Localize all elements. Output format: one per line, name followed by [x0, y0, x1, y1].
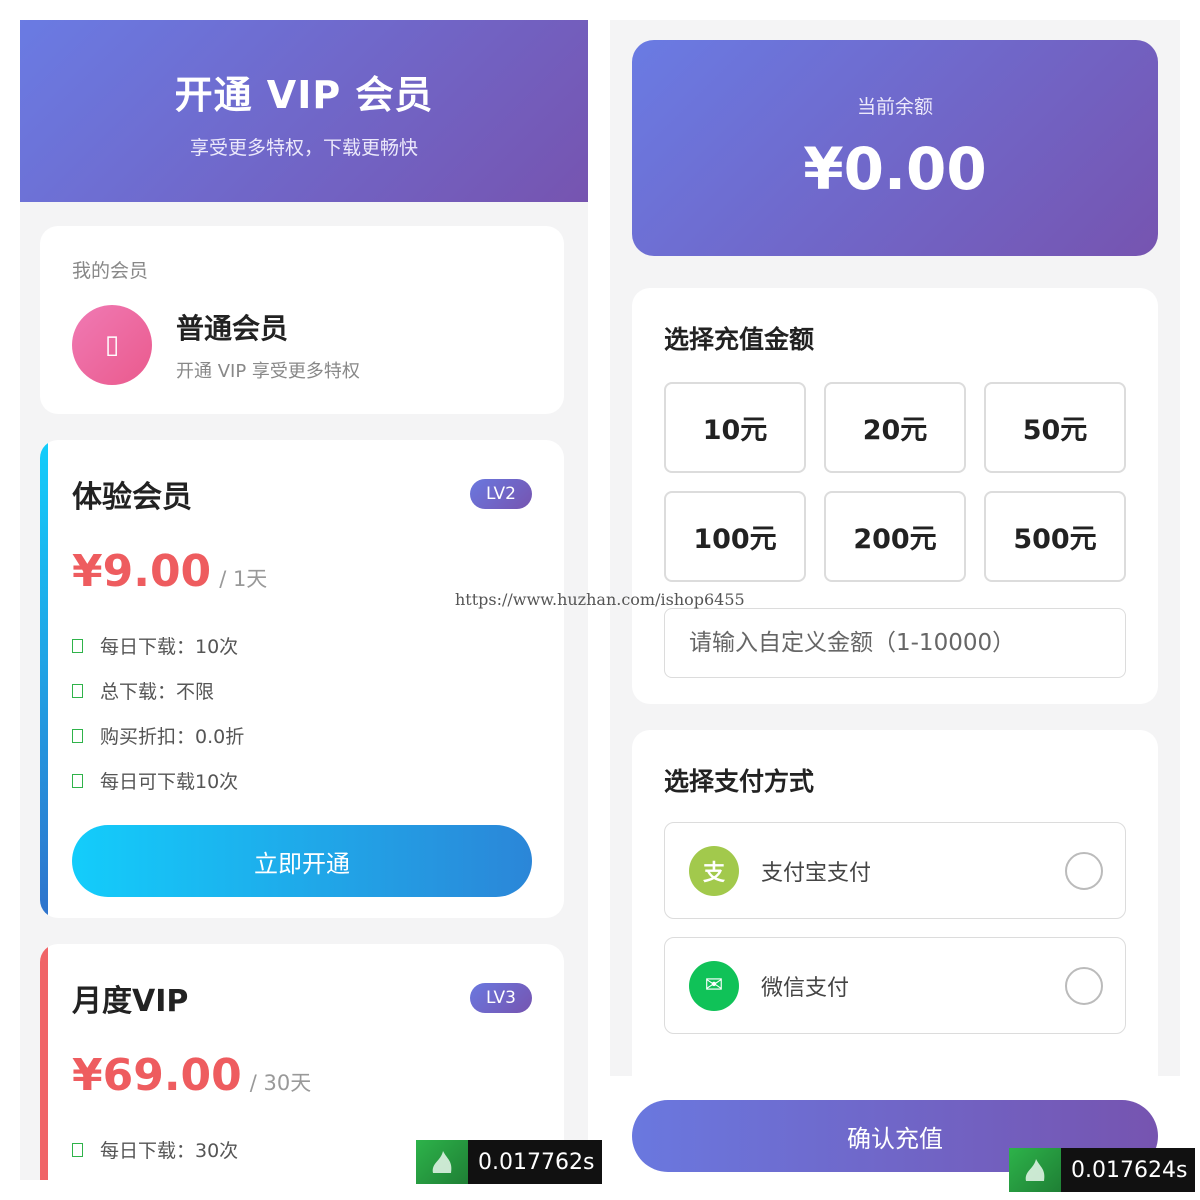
check-icon	[72, 683, 83, 698]
plan-name: 体验会员	[72, 480, 192, 515]
plan-card-trial: 体验会员 LV2 ¥9.00 / 1天 每日下载：10次 总下载：不限 购买折扣…	[40, 440, 564, 918]
amount-option-20[interactable]: 20元	[824, 382, 966, 473]
payment-section: 选择支付方式 支 支付宝支付 ✉ 微信支付	[632, 730, 1158, 1110]
avatar: ▯	[72, 305, 152, 385]
vip-hero-subtitle: 享受更多特权，下载更畅快	[189, 137, 418, 159]
amount-option-10[interactable]: 10元	[664, 382, 806, 473]
vip-hero-banner: 开通 VIP 会员 享受更多特权，下载更畅快	[20, 20, 588, 202]
balance-label: 当前余额	[856, 96, 933, 118]
alipay-icon: 支	[689, 845, 739, 896]
plan-price: ¥69.00	[72, 1050, 242, 1101]
flame-logo-icon	[416, 1140, 468, 1184]
vip-hero-title: 开通 VIP 会员	[174, 73, 434, 117]
plan-period: / 1天	[219, 567, 268, 591]
plan-feature-text: 购买折扣：0.0折	[100, 726, 245, 748]
payment-option-alipay[interactable]: 支 支付宝支付	[664, 822, 1126, 919]
plan-feature-text: 总下载：不限	[100, 681, 215, 703]
payment-section-title: 选择支付方式	[664, 767, 815, 796]
my-membership-card: 我的会员 ▯ 普通会员 开通 VIP 享受更多特权	[40, 226, 564, 414]
current-level-name: 普通会员	[176, 312, 289, 345]
plan-feature-text: 每日下载：30次	[100, 1140, 239, 1162]
current-level-description: 开通 VIP 享受更多特权	[176, 361, 360, 382]
plan-feature-list: 每日下载：10次 总下载：不限 购买折扣：0.0折 每日可下载10次	[72, 623, 532, 803]
alipay-icon-glyph: 支	[702, 860, 725, 886]
amount-option-500[interactable]: 500元	[984, 491, 1126, 582]
amount-option-100[interactable]: 100元	[664, 491, 806, 582]
plan-feature: 每日可下载10次	[72, 758, 532, 803]
payment-radio[interactable]	[1065, 966, 1103, 1005]
wechat-icon-glyph: ✉	[704, 973, 724, 998]
avatar-icon: ▯	[104, 330, 120, 360]
amount-options: 10元 20元 50元 100元 200元 500元	[664, 382, 1126, 582]
plan-feature-text: 每日下载：10次	[100, 636, 239, 658]
level-badge: LV3	[469, 983, 532, 1013]
plan-feature: 总下载：不限	[72, 668, 532, 713]
amount-option-50[interactable]: 50元	[984, 382, 1126, 473]
amount-section-title: 选择充值金额	[664, 325, 815, 354]
check-icon	[72, 773, 83, 788]
watermark-url: https://www.huzhan.com/ishop6455	[455, 590, 745, 609]
balance-card: 当前余额 ¥0.00	[632, 40, 1158, 256]
open-vip-button[interactable]: 立即开通	[72, 825, 532, 897]
payment-option-label: 微信支付	[761, 975, 850, 1001]
check-icon	[72, 1142, 83, 1157]
payment-radio[interactable]	[1065, 851, 1103, 890]
level-badge: LV2	[469, 479, 532, 509]
render-time-text: 0.017624s	[1071, 1157, 1188, 1183]
check-icon	[72, 638, 83, 653]
check-icon	[72, 728, 83, 743]
render-timer: 0.017624s	[1009, 1148, 1196, 1192]
plan-feature-text: 每日可下载10次	[100, 771, 239, 793]
wechat-icon: ✉	[689, 960, 739, 1011]
plan-feature: 每日下载：10次	[72, 623, 532, 668]
payment-option-wechat[interactable]: ✉ 微信支付	[664, 937, 1126, 1034]
balance-value: ¥0.00	[803, 135, 987, 203]
flame-logo-icon	[1009, 1148, 1061, 1192]
amount-option-200[interactable]: 200元	[824, 491, 966, 582]
plan-period: / 30天	[249, 1071, 312, 1095]
plan-feature: 购买折扣：0.0折	[72, 713, 532, 758]
payment-option-label: 支付宝支付	[761, 860, 872, 886]
my-membership-label: 我的会员	[72, 260, 149, 282]
render-time-text: 0.017762s	[478, 1149, 595, 1175]
custom-amount-input[interactable]	[664, 608, 1126, 678]
plan-price: ¥9.00	[72, 546, 212, 597]
plan-name: 月度VIP	[72, 984, 189, 1019]
amount-section: 选择充值金额 10元 20元 50元 100元 200元 500元	[632, 288, 1158, 704]
render-timer: 0.017762s	[416, 1140, 603, 1184]
